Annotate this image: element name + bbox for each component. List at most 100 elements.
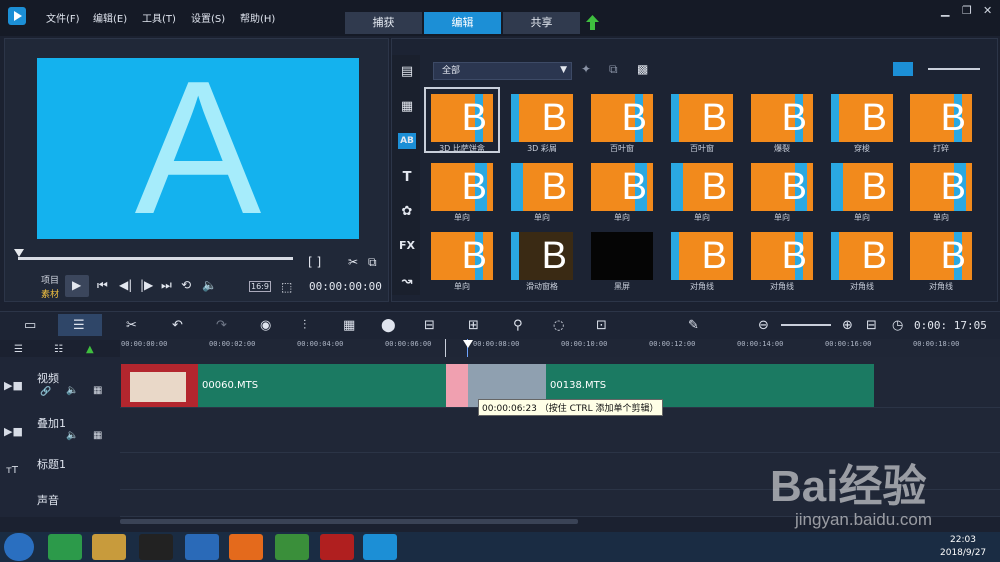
next-frame-icon[interactable]: |▶ <box>140 278 153 292</box>
enlarge-icon[interactable]: ⧉ <box>368 255 377 270</box>
add-favorite-icon[interactable]: ✦ <box>581 62 591 76</box>
transition-thumb[interactable]: B <box>431 163 493 211</box>
preview-timecode[interactable]: 00:00:00:00 <box>309 280 382 293</box>
media-app[interactable] <box>185 534 219 560</box>
mask-creator-icon[interactable]: ◌ <box>553 318 564 333</box>
sound-mixer-icon[interactable]: ⫶ <box>303 318 306 333</box>
transition-thumb[interactable]: B <box>511 163 573 211</box>
transition-thumb[interactable]: B <box>591 163 653 211</box>
firefox-app[interactable] <box>229 534 263 560</box>
split-clip-icon[interactable]: ✂ <box>348 255 358 269</box>
transition-thumb[interactable]: B <box>910 163 972 211</box>
transition-thumb[interactable]: B <box>910 232 972 280</box>
zoom-in-icon[interactable]: ⊕ <box>842 318 853 333</box>
transition-thumb[interactable]: B <box>591 94 653 142</box>
title-icon[interactable]: T <box>398 170 416 186</box>
track-manager-icon[interactable]: ☰ <box>14 344 23 355</box>
multi-camera-icon[interactable]: ⊞ <box>468 318 479 333</box>
minimize-icon[interactable]: ▁ <box>941 4 949 17</box>
menu-help[interactable]: 帮助(H) <box>240 10 275 25</box>
record-capture-icon[interactable]: ◉ <box>260 318 271 333</box>
aspect-ratio-button[interactable]: 16:9 <box>249 281 271 292</box>
playhead-handle[interactable] <box>463 340 473 348</box>
transition-thumb[interactable]: B <box>831 94 893 142</box>
repeat-icon[interactable]: ⟲ <box>181 278 191 292</box>
clip-mode-label[interactable]: 素材 <box>41 287 59 300</box>
mark-in-out-brackets[interactable]: [ ] <box>308 255 321 269</box>
transition-thumb[interactable]: B <box>831 163 893 211</box>
timeline-scrollbar[interactable] <box>120 519 578 524</box>
qq-app[interactable] <box>139 534 173 560</box>
transition-thumb[interactable]: B <box>511 232 573 280</box>
transition-thumb[interactable]: B <box>671 94 733 142</box>
recorder-app[interactable] <box>320 534 354 560</box>
zoom-slider[interactable] <box>781 324 831 326</box>
taskbar-time[interactable]: 22:03 <box>950 535 976 545</box>
start-button[interactable] <box>4 533 34 561</box>
restore-icon[interactable]: ❐ <box>962 4 972 17</box>
toolbox-icon[interactable]: ✂ <box>126 318 137 333</box>
redo-icon[interactable]: ↷ <box>216 318 227 333</box>
menu-edit[interactable]: 编辑(E) <box>93 10 127 25</box>
overlay-volume-icon[interactable]: 🔈 <box>66 430 78 441</box>
upload-arrow-icon[interactable] <box>586 15 599 30</box>
videostudio-app[interactable] <box>363 534 397 560</box>
view-toggle-button[interactable] <box>893 62 913 76</box>
add-marker-icon[interactable]: ▲ <box>86 344 94 355</box>
smart-package-icon[interactable]: ✎ <box>688 318 699 333</box>
auto-music-icon[interactable]: ▦ <box>343 318 355 333</box>
prev-frame-icon[interactable]: ◀| <box>119 278 132 292</box>
transition-thumb[interactable]: B <box>511 94 573 142</box>
transition-thumb[interactable]: B <box>751 94 813 142</box>
explorer-app[interactable] <box>92 534 126 560</box>
crop-icon[interactable]: ⬚ <box>281 280 292 294</box>
transition-thumb[interactable]: B <box>831 232 893 280</box>
link-icon[interactable]: 🔗 <box>40 387 51 397</box>
instant-project-icon[interactable]: ▦ <box>398 99 416 115</box>
apply-to-all-icon[interactable]: ▩ <box>637 62 648 76</box>
transition-thumb[interactable]: B <box>910 94 972 142</box>
apply-random-icon[interactable]: ⧉ <box>609 62 618 77</box>
ripple-icon[interactable]: ▦ <box>93 385 102 396</box>
skip-end-icon[interactable]: ⏭ <box>161 278 172 293</box>
filter-icon[interactable]: FX <box>398 239 416 255</box>
track-volume-icon[interactable]: 🔈 <box>66 385 78 396</box>
pan-zoom-icon[interactable]: ⊡ <box>596 318 607 333</box>
time-remap-icon[interactable]: ⚲ <box>513 318 523 333</box>
overlay-ripple-icon[interactable]: ▦ <box>93 430 102 441</box>
transition-thumb[interactable]: B <box>671 163 733 211</box>
camtasia-app[interactable] <box>275 534 309 560</box>
motion-tracking-icon[interactable]: ⬤ <box>381 318 396 333</box>
undo-icon[interactable]: ↶ <box>172 318 183 333</box>
volume-icon[interactable]: 🔈 <box>202 278 217 292</box>
menu-file[interactable]: 文件(F) <box>46 10 80 25</box>
transition-thumb[interactable]: B <box>751 232 813 280</box>
gallery-dropdown[interactable]: 全部 ▼ <box>433 62 572 80</box>
transition-thumb[interactable]: B <box>431 232 493 280</box>
media-icon[interactable]: ▤ <box>398 64 416 80</box>
project-mode-label[interactable]: 项目 <box>41 273 59 286</box>
transition-icon[interactable]: AB <box>398 133 416 149</box>
tab-share[interactable]: 共享 <box>503 12 580 34</box>
transition-thumb[interactable]: B <box>751 163 813 211</box>
path-icon[interactable]: ↝ <box>398 274 416 290</box>
skip-start-icon[interactable]: ⏮ <box>97 278 108 293</box>
browser-360-app[interactable] <box>48 534 82 560</box>
menu-tools[interactable]: 工具(T) <box>142 10 176 25</box>
transition-thumb[interactable] <box>591 232 653 280</box>
thumbnail-size-slider[interactable] <box>928 68 980 70</box>
graphics-icon[interactable]: ✿ <box>398 204 416 220</box>
chapter-point-icon[interactable]: ☷ <box>54 344 63 355</box>
tab-edit[interactable]: 编辑 <box>424 12 501 34</box>
taskbar-date[interactable]: 2018/9/27 <box>940 548 986 558</box>
transition-thumb[interactable]: B <box>671 232 733 280</box>
fit-project-icon[interactable]: ⊟ <box>866 318 877 333</box>
subtitle-editor-icon[interactable]: ⊟ <box>424 318 435 333</box>
close-icon[interactable]: ✕ <box>983 4 992 17</box>
zoom-out-icon[interactable]: ⊖ <box>758 318 769 333</box>
scrubber-bar[interactable] <box>18 257 293 260</box>
storyboard-view-icon[interactable]: ▭ <box>24 318 36 333</box>
tab-capture[interactable]: 捕获 <box>345 12 422 34</box>
menu-settings[interactable]: 设置(S) <box>191 10 225 25</box>
scrubber-handle[interactable] <box>14 249 24 257</box>
